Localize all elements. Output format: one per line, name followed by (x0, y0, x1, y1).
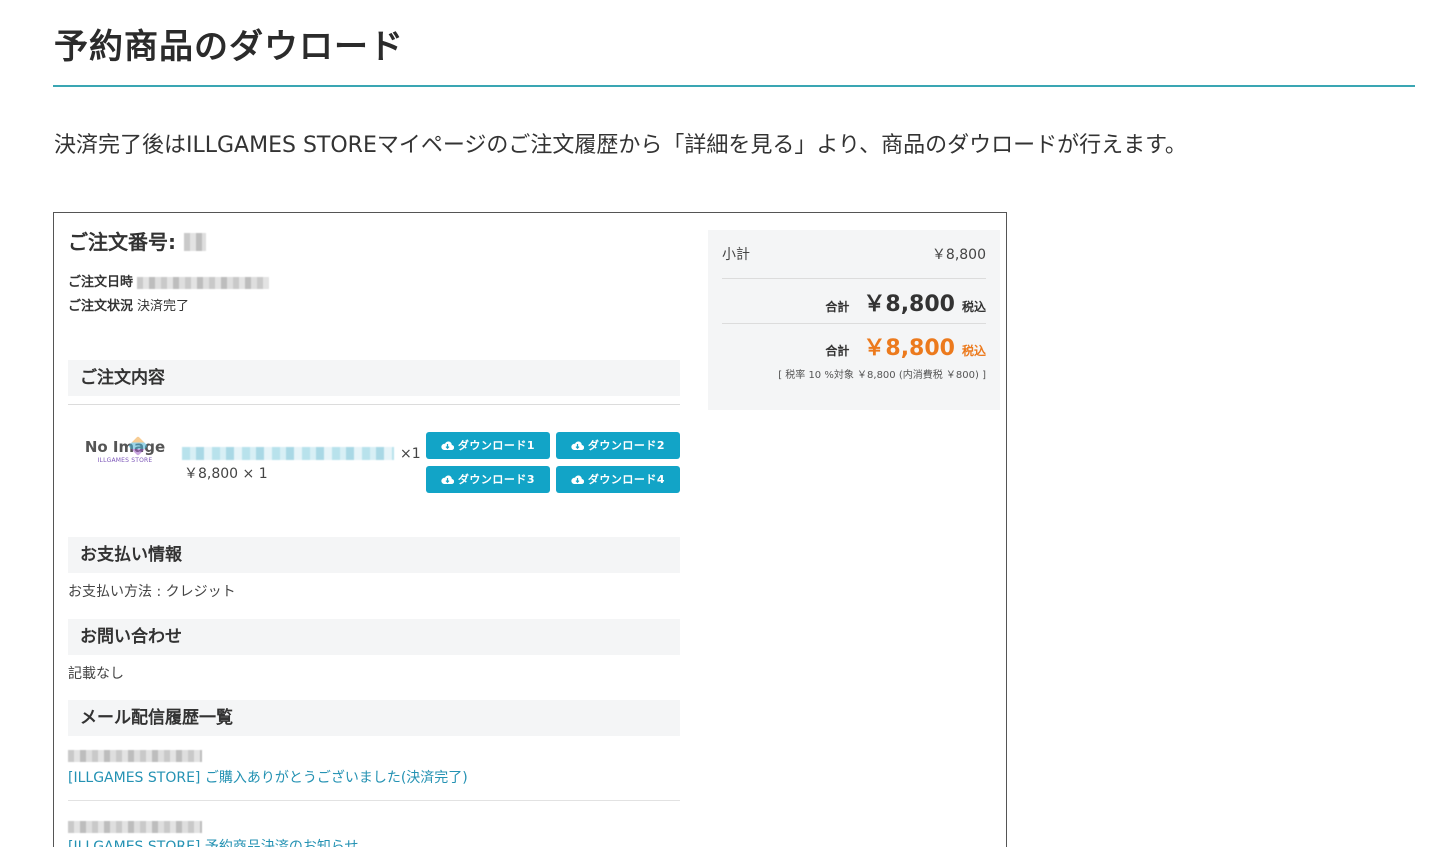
product-thumbnail: No Image ILLGAMES STORE (84, 436, 166, 481)
grand-total-value: ￥8,800 (863, 336, 955, 361)
mail-subject-link[interactable]: [ILLGAMES STORE] ご購入ありがとうございました(決済完了) (68, 768, 468, 788)
grand-tax-included-label: 税込 (961, 344, 986, 358)
grand-total-label: 合計 (825, 344, 850, 358)
cloud-download-icon (441, 475, 454, 485)
inquiry-heading: お問い合わせ (68, 619, 680, 655)
order-date-redacted (137, 277, 270, 289)
subtotal-value: ￥8,800 (931, 247, 986, 263)
no-image-sub: ILLGAMES STORE (97, 457, 153, 464)
tax-included-label: 税込 (961, 300, 986, 314)
order-summary-panel: 小計 ￥8,800 合計 ￥8,800 税込 合計 ￥8,800 税込 [ 税率… (708, 230, 1000, 410)
tax-breakdown: [ 税率 10 %対象 ￥8,800 (内消費税 ￥800) ] (778, 370, 986, 381)
order-status-label: ご注文状況 (68, 299, 134, 314)
cloud-download-icon (441, 441, 454, 451)
summary-divider (722, 278, 986, 279)
total-value: ￥8,800 (863, 292, 955, 317)
download-button-1[interactable]: ダウンロード1 (426, 432, 550, 459)
order-date-row: ご注文日時 (68, 274, 270, 292)
order-date-label: ご注文日時 (68, 275, 134, 290)
subtotal-label: 小計 (722, 247, 750, 263)
inquiry-text: 記載なし (68, 666, 124, 682)
download-button-label: ダウンロード4 (587, 473, 666, 486)
total-row: 合計 ￥8,800 税込 (722, 286, 986, 318)
no-image-label: No Image (84, 438, 166, 456)
product-price-line: ￥8,800 × 1 (184, 466, 268, 482)
order-status-row: ご注文状況 決済完了 (68, 298, 189, 316)
product-name-link-redacted[interactable] (182, 447, 394, 460)
product-quantity-mark: ×1 (400, 446, 421, 462)
order-items-divider (68, 404, 680, 405)
download-button-label: ダウンロード3 (457, 473, 536, 486)
mail-divider (68, 800, 680, 801)
cloud-download-icon (571, 475, 584, 485)
payment-method: お支払い方法 : クレジット (68, 584, 236, 600)
download-button-label: ダウンロード1 (457, 439, 536, 452)
order-number: ご注文番号: (68, 229, 206, 255)
order-status-value: 決済完了 (137, 299, 190, 314)
order-detail-screenshot: ご注文番号: ご注文日時 ご注文状況 決済完了 ご注文内容 No Image I… (53, 212, 1007, 847)
intro-text: 決済完了後はILLGAMES STOREマイページのご注文履歴から「詳細を見る」… (54, 133, 1187, 158)
page-title: 予約商品のダウロード (54, 27, 404, 67)
page: 予約商品のダウロード 決済完了後はILLGAMES STOREマイページのご注文… (0, 0, 1437, 847)
download-button-3[interactable]: ダウンロード3 (426, 466, 550, 493)
download-button-4[interactable]: ダウンロード4 (556, 466, 680, 493)
download-button-2[interactable]: ダウンロード2 (556, 432, 680, 459)
download-button-label: ダウンロード2 (587, 439, 666, 452)
subtotal-row: 小計 ￥8,800 (722, 244, 986, 264)
mail-date-redacted (68, 821, 202, 833)
title-divider (53, 85, 1415, 87)
summary-divider (722, 323, 986, 324)
order-items-heading: ご注文内容 (68, 360, 680, 396)
order-number-label: ご注文番号: (68, 230, 176, 254)
grand-total-row: 合計 ￥8,800 税込 (722, 330, 986, 362)
order-number-redacted (184, 233, 206, 251)
payment-info-heading: お支払い情報 (68, 537, 680, 573)
total-label: 合計 (825, 300, 850, 314)
mail-subject-link[interactable]: [ILLGAMES STORE] 予約商品決済のお知らせ (68, 837, 359, 847)
cloud-download-icon (571, 441, 584, 451)
mail-date-redacted (68, 750, 202, 762)
mail-history-heading: メール配信履歴一覧 (68, 700, 680, 736)
